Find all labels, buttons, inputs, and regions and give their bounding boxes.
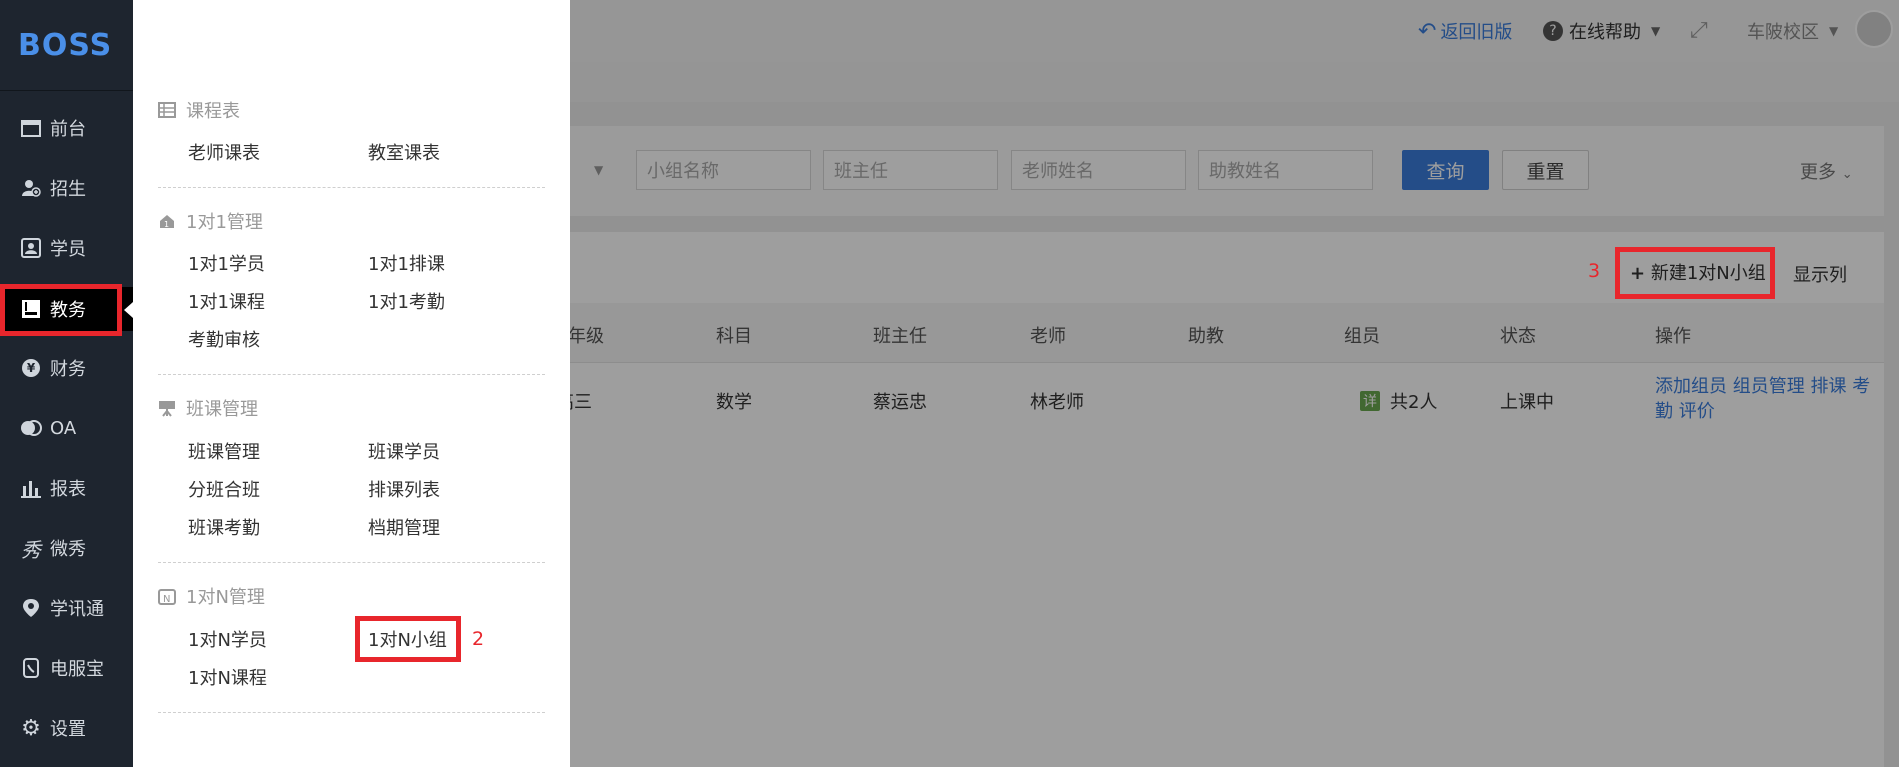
svg-text:N: N: [163, 594, 170, 605]
menu-item-1vn-courses[interactable]: 1对N课程: [188, 664, 267, 690]
menu-item-teacher-timetable[interactable]: 老师课表: [188, 139, 260, 165]
menu-item-class-students[interactable]: 班课学员: [368, 438, 440, 464]
menu-item-class-attendance[interactable]: 班课考勤: [188, 514, 260, 540]
nav-item-enrollment[interactable]: 招生: [0, 166, 133, 210]
annotation-2: 2: [472, 628, 485, 650]
board-icon: [158, 399, 176, 417]
menu-item-1v1-scheduling[interactable]: 1对1排课: [368, 250, 445, 276]
divider: [158, 712, 545, 713]
phone-icon: [20, 657, 42, 679]
divider: [158, 187, 545, 188]
section-title-one-on-one: 1 1对1管理: [158, 208, 263, 234]
nav-item-dianfubao[interactable]: 电服宝: [0, 646, 133, 690]
section-title-timetable: 课程表: [158, 97, 240, 123]
nav-item-xuexuntong[interactable]: 学讯通: [0, 586, 133, 630]
logo: BOSS: [0, 0, 133, 91]
table-icon: [158, 101, 176, 119]
nav-item-front-desk[interactable]: 前台: [0, 106, 133, 150]
divider: [158, 562, 545, 563]
user-add-icon: [20, 177, 42, 199]
menu-item-1v1-students[interactable]: 1对1学员: [188, 250, 265, 276]
nav-item-finance[interactable]: ¥ 财务: [0, 346, 133, 390]
nav-item-students[interactable]: 学员: [0, 226, 133, 270]
menu-item-attendance-review[interactable]: 考勤审核: [188, 326, 260, 352]
svg-text:1: 1: [164, 220, 169, 229]
highlight-box-1: [0, 284, 122, 336]
menu-item-split-merge-class[interactable]: 分班合班: [188, 476, 260, 502]
calendar-icon: [20, 117, 42, 139]
nav-item-oa[interactable]: OA: [0, 406, 133, 450]
yen-icon: ¥: [20, 357, 42, 379]
divider: [158, 374, 545, 375]
xiu-icon: 秀: [21, 537, 41, 562]
bar-chart-icon: [20, 477, 42, 499]
section-title-class-management: 班课管理: [158, 395, 258, 421]
sidebar: BOSS 前台 招生 学员 教务 ¥ 财务 OA 报表 秀 微秀 学讯通 电服宝…: [0, 0, 133, 767]
section-title-one-to-n: N 1对N管理: [158, 583, 265, 609]
location-icon: [20, 597, 42, 619]
one-on-one-icon: 1: [158, 212, 176, 230]
nav-item-reports[interactable]: 报表: [0, 466, 133, 510]
highlight-box-2: [355, 616, 461, 662]
active-pointer: [124, 302, 133, 318]
nav-item-weixiu[interactable]: 秀 微秀: [0, 526, 133, 570]
menu-item-1v1-attendance[interactable]: 1对1考勤: [368, 288, 445, 314]
chat-icon: [20, 417, 42, 439]
annotation-3: 3: [1588, 260, 1601, 282]
menu-item-class-management[interactable]: 班课管理: [188, 438, 260, 464]
n-icon: N: [158, 587, 176, 605]
menu-item-term-management[interactable]: 档期管理: [368, 514, 440, 540]
gear-icon: ⚙: [21, 715, 41, 741]
highlight-box-3: [1615, 247, 1775, 299]
nav-item-settings[interactable]: ⚙ 设置: [0, 706, 133, 750]
menu-item-classroom-timetable[interactable]: 教室课表: [368, 139, 440, 165]
id-card-icon: [20, 237, 42, 259]
menu-item-1v1-courses[interactable]: 1对1课程: [188, 288, 265, 314]
menu-item-1vn-students[interactable]: 1对N学员: [188, 626, 267, 652]
menu-item-schedule-list[interactable]: 排课列表: [368, 476, 440, 502]
